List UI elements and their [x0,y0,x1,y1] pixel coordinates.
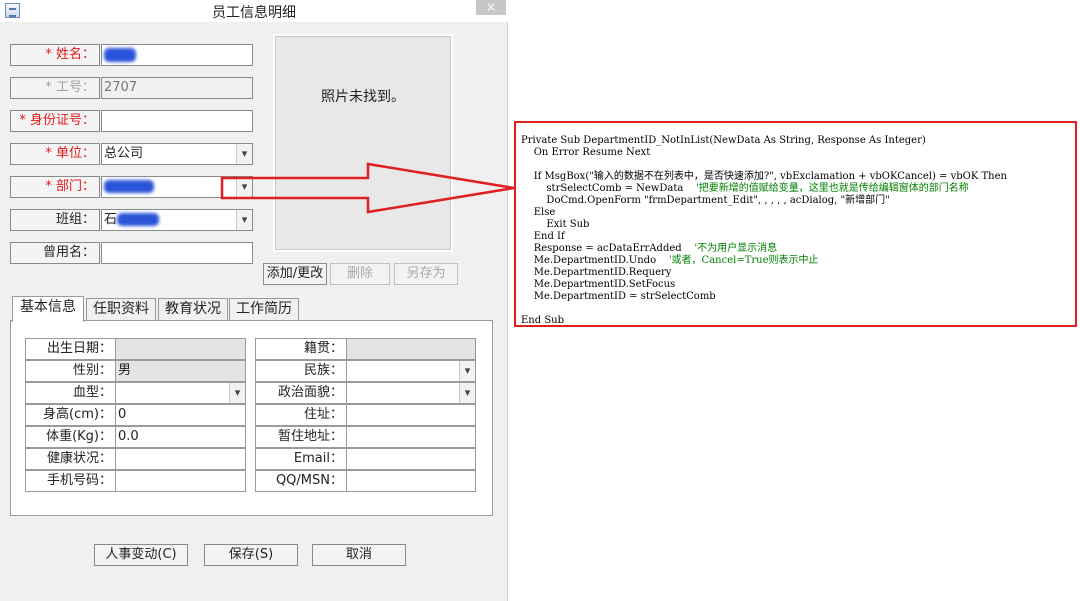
callout-arrow [220,162,515,214]
email-input[interactable] [346,448,476,470]
vba-code-panel: Private Sub DepartmentID_NotInList(NewDa… [514,121,1077,327]
weight-label: 体重(Kg)： [25,426,116,448]
code-line: On Error Resume Next [521,147,651,158]
native-place-input[interactable] [346,338,476,360]
name-label: * 姓名： [10,44,100,66]
political-status-select[interactable]: ▾ [346,382,476,404]
native-place-label: 籍贯： [255,338,347,360]
code-line: If MsgBox("输入的数据不在列表中，是否快速添加?", vbExclam… [521,171,1007,182]
save-button[interactable]: 保存(S) [204,544,298,566]
unit-label: * 单位： [10,143,100,165]
address-label: 住址： [255,404,347,426]
save-as-photo-button[interactable]: 另存为 [394,263,458,285]
code-comment: '或者，Cancel=True则表示中止 [668,255,819,266]
height-input[interactable]: 0 [115,404,246,426]
mobile-input[interactable] [115,470,246,492]
email-label: Email： [255,448,347,470]
team-label: 班组： [10,209,100,231]
mobile-label: 手机号码： [25,470,116,492]
code-text: Private Sub DepartmentID_NotInList(NewDa… [521,135,1007,327]
tab-basic-info[interactable]: 基本信息 [12,296,84,322]
hr-change-button[interactable]: 人事变动(C) [94,544,188,566]
employee-id-label: * 工号： [10,77,100,99]
team-value-prefix: 石 [104,212,118,227]
gender-input[interactable]: 男 [115,360,246,382]
ethnicity-label: 民族： [255,360,347,382]
health-label: 健康状况： [25,448,116,470]
gender-label: 性别： [25,360,116,382]
code-comment: '不为用户显示消息 [694,243,778,254]
health-input[interactable] [115,448,246,470]
name-input[interactable] [101,44,253,66]
code-comment: '把要新增的值赋给变量，这里也就是传给编辑窗体的部门名称 [696,183,969,194]
tab-education[interactable]: 教育状况 [158,298,228,321]
birth-date-label: 出生日期： [25,338,116,360]
code-line: Private Sub DepartmentID_NotInList(NewDa… [521,135,926,146]
height-label: 身高(cm)： [25,404,116,426]
alias-input[interactable] [101,242,253,264]
cancel-button[interactable]: 取消 [312,544,406,566]
alias-label: 曾用名： [10,242,100,264]
window-title: 员工信息明细 [212,5,296,21]
department-label: * 部门： [10,176,100,198]
code-line: Me.DepartmentID.SetFocus [521,279,676,290]
code-line: End Sub [521,315,565,326]
code-line: Me.DepartmentID = strSelectComb [521,291,716,302]
title-bar: 员工信息明细 × [0,0,508,22]
ethnicity-select[interactable]: ▾ [346,360,476,382]
code-line: End If [521,231,565,242]
arrow-shape [220,162,515,214]
code-line: Response = acDataErrAdded [521,243,695,254]
redacted-mark [104,47,136,62]
weight-input[interactable]: 0.0 [115,426,246,448]
unit-value: 总公司 [104,146,144,161]
code-line: Else [521,207,556,218]
code-line: DoCmd.OpenForm "frmDepartment_Edit", , ,… [521,195,890,206]
id-card-label: * 身份证号： [10,110,100,132]
employee-detail-window: 员工信息明细 × * 姓名： * 工号： 2707 * 身份证号： * 单位： … [0,0,508,601]
chevron-down-icon[interactable]: ▾ [459,383,475,403]
code-line: Me.DepartmentID.Requery [521,267,672,278]
code-line: strSelectComb = NewData [521,183,697,194]
delete-photo-button[interactable]: 删除 [330,263,390,285]
birth-date-input[interactable] [115,338,246,360]
chevron-down-icon[interactable]: ▾ [459,361,475,381]
chevron-down-icon[interactable]: ▾ [229,383,245,403]
id-card-input[interactable] [101,110,253,132]
qq-msn-input[interactable] [346,470,476,492]
photo-placeholder-text: 照片未找到。 [321,89,405,105]
blood-type-label: 血型： [25,382,116,404]
qq-msn-label: QQ/MSN： [255,470,347,492]
political-status-label: 政治面貌： [255,382,347,404]
blood-type-select[interactable]: ▾ [115,382,246,404]
address-input[interactable] [346,404,476,426]
tab-employment[interactable]: 任职资料 [86,298,156,321]
code-line: Me.DepartmentID.Undo [521,255,669,266]
code-line: Exit Sub [521,219,590,230]
redacted-mark [117,213,160,226]
employee-id-input[interactable]: 2707 [101,77,253,99]
close-button[interactable]: × [476,0,506,15]
tab-work-history[interactable]: 工作简历 [229,298,299,321]
redacted-mark [104,180,154,193]
temp-address-input[interactable] [346,426,476,448]
temp-address-label: 暂住地址： [255,426,347,448]
add-edit-photo-button[interactable]: 添加/更改 [263,263,327,285]
